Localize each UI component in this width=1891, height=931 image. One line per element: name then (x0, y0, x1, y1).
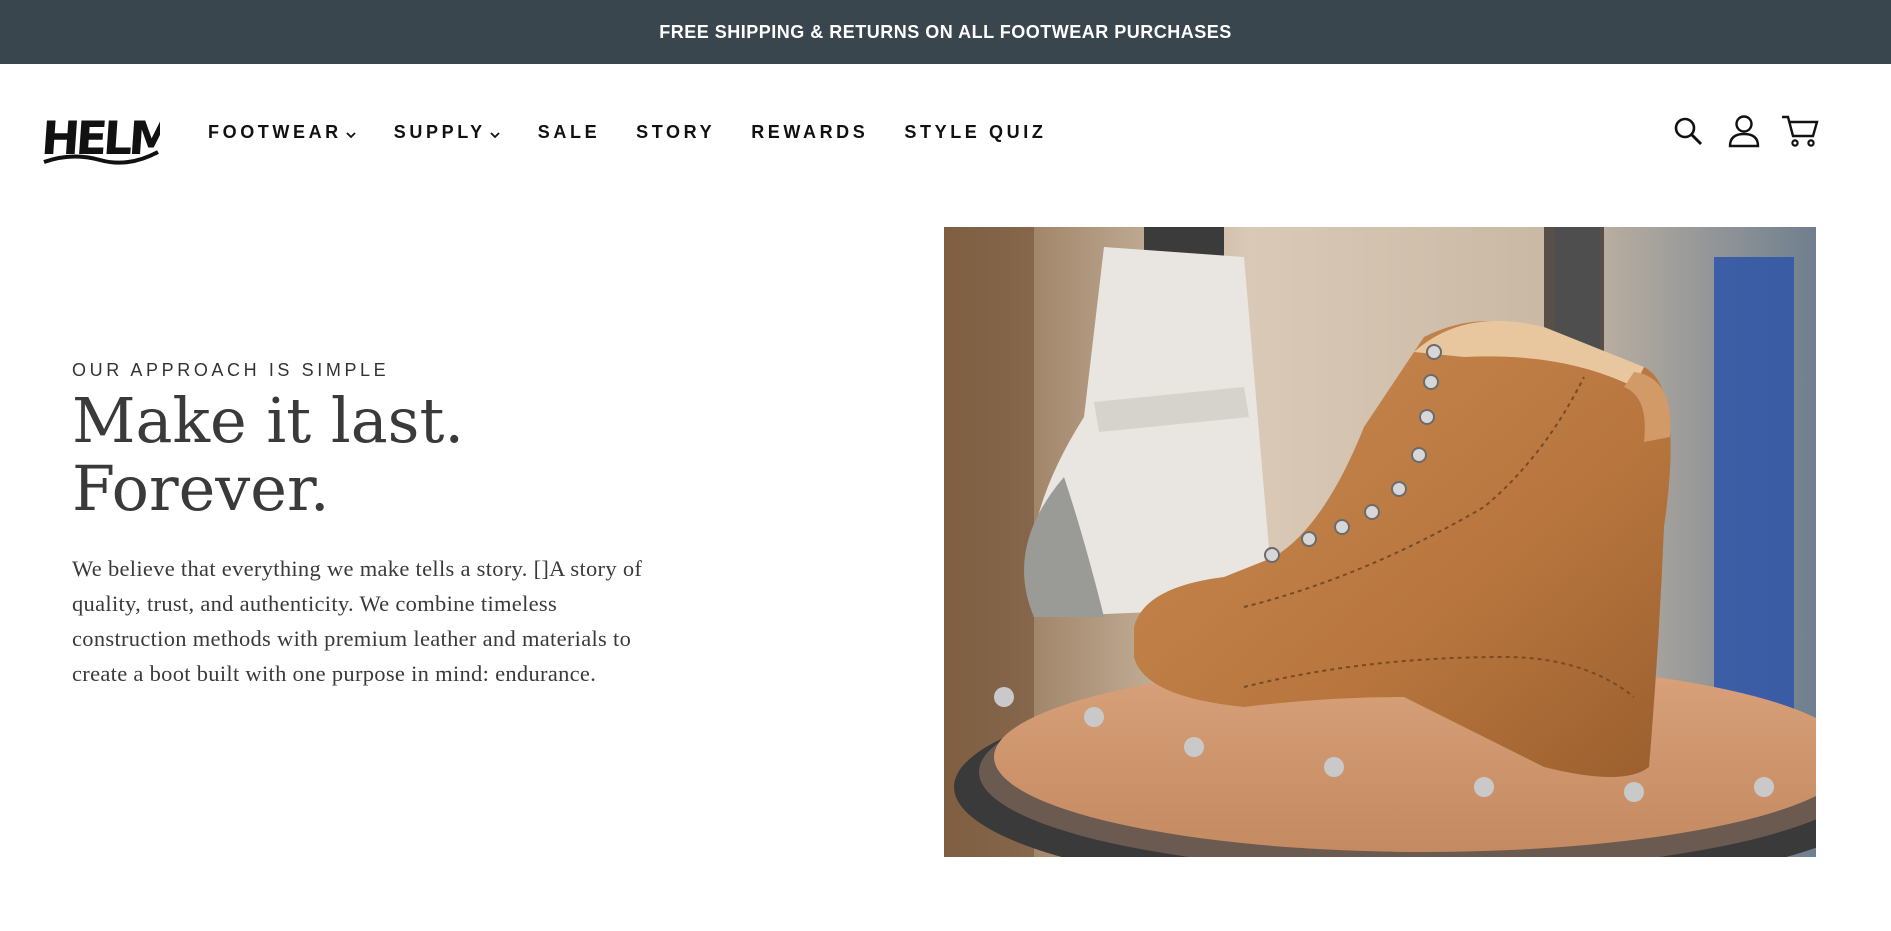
announcement-text: FREE SHIPPING & RETURNS ON ALL FOOTWEAR … (659, 21, 1232, 42)
hero-headline: Make it last. Forever. (72, 387, 662, 523)
nav-style-quiz[interactable]: STYLE QUIZ (904, 122, 1046, 143)
announcement-bar: FREE SHIPPING & RETURNS ON ALL FOOTWEAR … (0, 0, 1891, 64)
nav-sale[interactable]: SALE (538, 122, 600, 143)
account-icon (1728, 115, 1760, 148)
headline-line-2: Forever. (72, 452, 330, 525)
boot-illustration (944, 227, 1816, 857)
nav-label: STORY (636, 122, 716, 142)
main-nav: FOOTWEAR SUPPLY SALE STORY REWARDS STYLE… (208, 122, 1082, 143)
chevron-down-icon (344, 126, 358, 140)
hero-text: OUR APPROACH IS SIMPLE Make it last. For… (72, 360, 662, 691)
chevron-down-icon (488, 126, 502, 140)
headline-line-1: Make it last. (72, 384, 465, 457)
hero-body: We believe that everything we make tells… (72, 556, 643, 686)
nav-footwear[interactable]: FOOTWEAR (208, 122, 358, 143)
helm-logo[interactable]: HELM (40, 102, 173, 172)
nav-story[interactable]: STORY (636, 122, 715, 143)
nav-label: STYLE QUIZ (904, 122, 1047, 142)
hero-eyebrow: OUR APPROACH IS SIMPLE (72, 360, 390, 380)
nav-rewards[interactable]: REWARDS (751, 122, 868, 143)
search-icon (1674, 117, 1703, 146)
hero-image-boot (944, 227, 1816, 857)
header-icons (1651, 112, 1819, 150)
search-button[interactable] (1669, 112, 1707, 150)
helm-logo-mark: HELM (40, 111, 173, 165)
nav-label: REWARDS (751, 122, 869, 142)
nav-label: FOOTWEAR (208, 122, 342, 142)
cart-button[interactable] (1781, 112, 1819, 150)
site-header: HELM FOOTWEAR SUPPLY SALE STORY REWARDS … (0, 64, 1891, 204)
nav-label: SALE (537, 122, 601, 142)
account-button[interactable] (1725, 112, 1763, 150)
cart-icon (1782, 115, 1819, 147)
nav-label: SUPPLY (393, 122, 486, 142)
nav-supply[interactable]: SUPPLY (394, 122, 502, 143)
